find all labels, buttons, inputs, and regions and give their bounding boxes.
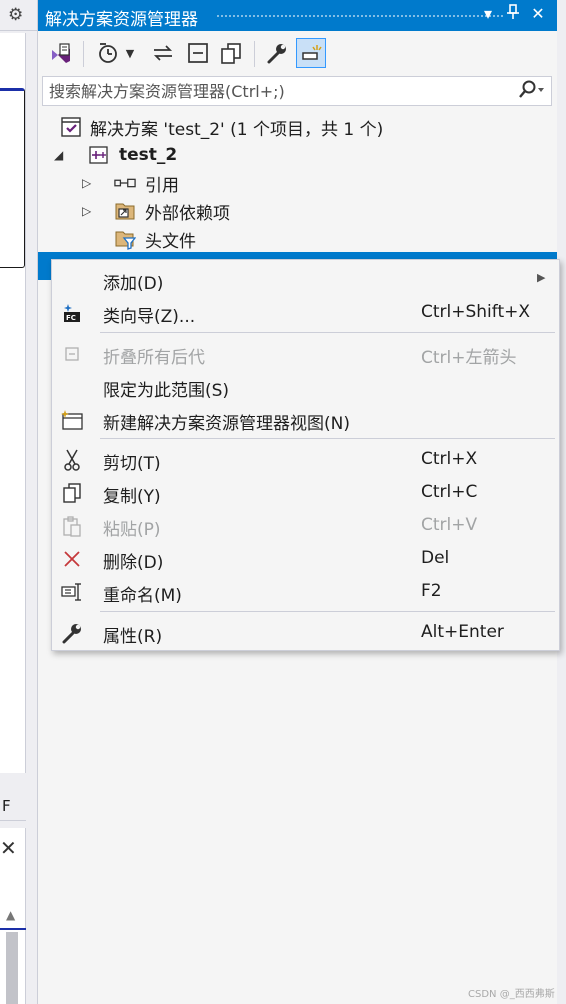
pane-title: 解决方案资源管理器	[45, 10, 198, 30]
close-icon[interactable]: ✕	[0, 836, 17, 860]
menu-shortcut: Alt+Enter	[421, 622, 504, 642]
menu-label: 限定为此范围(S)	[103, 381, 230, 401]
menu-item-collapse-descendants: 折叠所有后代 Ctrl+左箭头	[52, 337, 559, 370]
menu-item-scope-to-this[interactable]: 限定为此范围(S)	[52, 370, 559, 403]
toolbar-separator	[254, 41, 255, 67]
history-icon[interactable]	[94, 38, 124, 68]
tree-label: 引用	[145, 175, 179, 196]
menu-label: 添加(D)	[103, 274, 164, 294]
menu-label: 重命名(M)	[103, 586, 182, 606]
preview-selected-icon[interactable]	[296, 38, 326, 68]
menu-item-cut[interactable]: 剪切(T) Ctrl+X	[52, 443, 559, 476]
menu-item-delete[interactable]: 删除(D) Del	[52, 542, 559, 575]
menu-separator	[100, 611, 555, 612]
dropdown-icon[interactable]: ▾	[478, 4, 498, 23]
menu-label: 折叠所有后代	[103, 348, 205, 368]
watermark: CSDN @_西西弗斯	[468, 989, 555, 1000]
tree-label: 头文件	[145, 231, 196, 252]
svg-text:FC: FC	[66, 314, 76, 322]
cpp-project-icon	[88, 144, 110, 166]
tree-label: 解决方案 'test_2' (1 个项目，共 1 个)	[90, 119, 384, 140]
vs-solution-icon[interactable]	[46, 38, 76, 68]
class-wizard-icon: FC	[60, 301, 84, 325]
left-divider	[0, 820, 26, 828]
copy-icon	[60, 481, 84, 505]
scissors-icon	[60, 448, 84, 472]
gear-icon[interactable]: ⚙	[8, 5, 23, 25]
menu-shortcut: Del	[421, 548, 450, 568]
expanded-triangle-icon[interactable]: ◢	[54, 148, 63, 162]
scroll-thumb[interactable]	[6, 932, 18, 1004]
menu-separator	[100, 438, 555, 439]
tree-item-external-deps[interactable]: ▷ 外部依赖项	[38, 197, 558, 225]
filter-folder-icon	[114, 228, 136, 250]
collapse-icon	[60, 342, 84, 366]
search-icon[interactable]	[519, 80, 545, 104]
menu-separator	[100, 332, 555, 333]
tree-item-project[interactable]: ◢ test_2	[38, 141, 558, 169]
menu-label: 剪切(T)	[103, 454, 161, 474]
references-icon	[114, 172, 136, 194]
menu-item-rename[interactable]: 重命名(M) F2	[52, 575, 559, 608]
wrench-icon	[60, 621, 84, 645]
menu-shortcut: Ctrl+C	[421, 482, 478, 502]
close-icon[interactable]: ✕	[528, 4, 548, 23]
new-view-icon	[60, 408, 84, 432]
menu-item-paste: 粘贴(P) Ctrl+V	[52, 509, 559, 542]
properties-icon[interactable]	[262, 38, 292, 68]
search-box[interactable]	[42, 76, 552, 106]
tree-label: test_2	[119, 145, 178, 165]
copy-view-icon[interactable]	[216, 38, 246, 68]
menu-label: 类向导(Z)...	[103, 307, 196, 327]
menu-item-properties[interactable]: 属性(R) Alt+Enter	[52, 616, 559, 649]
left-panel-header: ⚙	[0, 0, 37, 31]
search-input[interactable]	[49, 80, 489, 102]
solution-icon	[60, 116, 82, 138]
submenu-arrow-icon: ▶	[537, 271, 546, 284]
menu-shortcut: Ctrl+左箭头	[421, 348, 517, 368]
left-document-tab[interactable]	[0, 88, 25, 268]
tree-item-references[interactable]: ▷ 引用	[38, 169, 558, 197]
scroll-up-icon[interactable]: ▲	[6, 908, 15, 922]
pin-icon[interactable]	[503, 4, 523, 24]
menu-item-class-wizard[interactable]: FC 类向导(Z)... Ctrl+Shift+X	[52, 296, 559, 329]
menu-shortcut: F2	[421, 581, 442, 601]
toolbar-separator	[83, 41, 84, 67]
pane-titlebar: 解决方案资源管理器 ▾ ✕	[38, 0, 558, 31]
collapsed-triangle-icon[interactable]: ▷	[82, 204, 91, 218]
menu-label: 新建解决方案资源管理器视图(N)	[103, 414, 350, 434]
tree-item-solution[interactable]: 解决方案 'test_2' (1 个项目，共 1 个)	[38, 113, 558, 141]
left-truncated-text: F	[2, 797, 11, 815]
titlebar-grip[interactable]	[216, 14, 504, 19]
left-panel: ⚙ F ✕ ▲	[0, 0, 37, 1004]
menu-label: 粘贴(P)	[103, 520, 161, 540]
menu-label: 复制(Y)	[103, 487, 161, 507]
rename-icon	[60, 580, 84, 604]
menu-shortcut: Ctrl+V	[421, 515, 478, 535]
collapse-all-icon[interactable]	[183, 38, 213, 68]
delete-icon	[60, 547, 84, 571]
context-menu: 添加(D) ▶ FC 类向导(Z)... Ctrl+Shift+X 折叠所有后代…	[51, 259, 560, 651]
sync-icon[interactable]	[148, 38, 178, 68]
menu-item-new-view[interactable]: 新建解决方案资源管理器视图(N)	[52, 403, 559, 436]
menu-label: 属性(R)	[103, 627, 163, 647]
collapsed-triangle-icon[interactable]: ▷	[82, 176, 91, 190]
tree-item-header-files[interactable]: 头文件	[38, 225, 558, 253]
menu-label: 删除(D)	[103, 553, 164, 573]
menu-shortcut: Ctrl+X	[421, 449, 478, 469]
toolbar: ▼	[38, 35, 558, 73]
tree-label: 外部依赖项	[145, 203, 230, 224]
left-scrollbar[interactable]: ▲	[2, 906, 22, 1004]
chevron-down-icon[interactable]: ▼	[122, 38, 138, 68]
external-deps-icon	[114, 200, 136, 222]
menu-shortcut: Ctrl+Shift+X	[421, 302, 531, 322]
menu-item-add[interactable]: 添加(D) ▶	[52, 263, 559, 296]
menu-item-copy[interactable]: 复制(Y) Ctrl+C	[52, 476, 559, 509]
paste-icon	[60, 514, 84, 538]
